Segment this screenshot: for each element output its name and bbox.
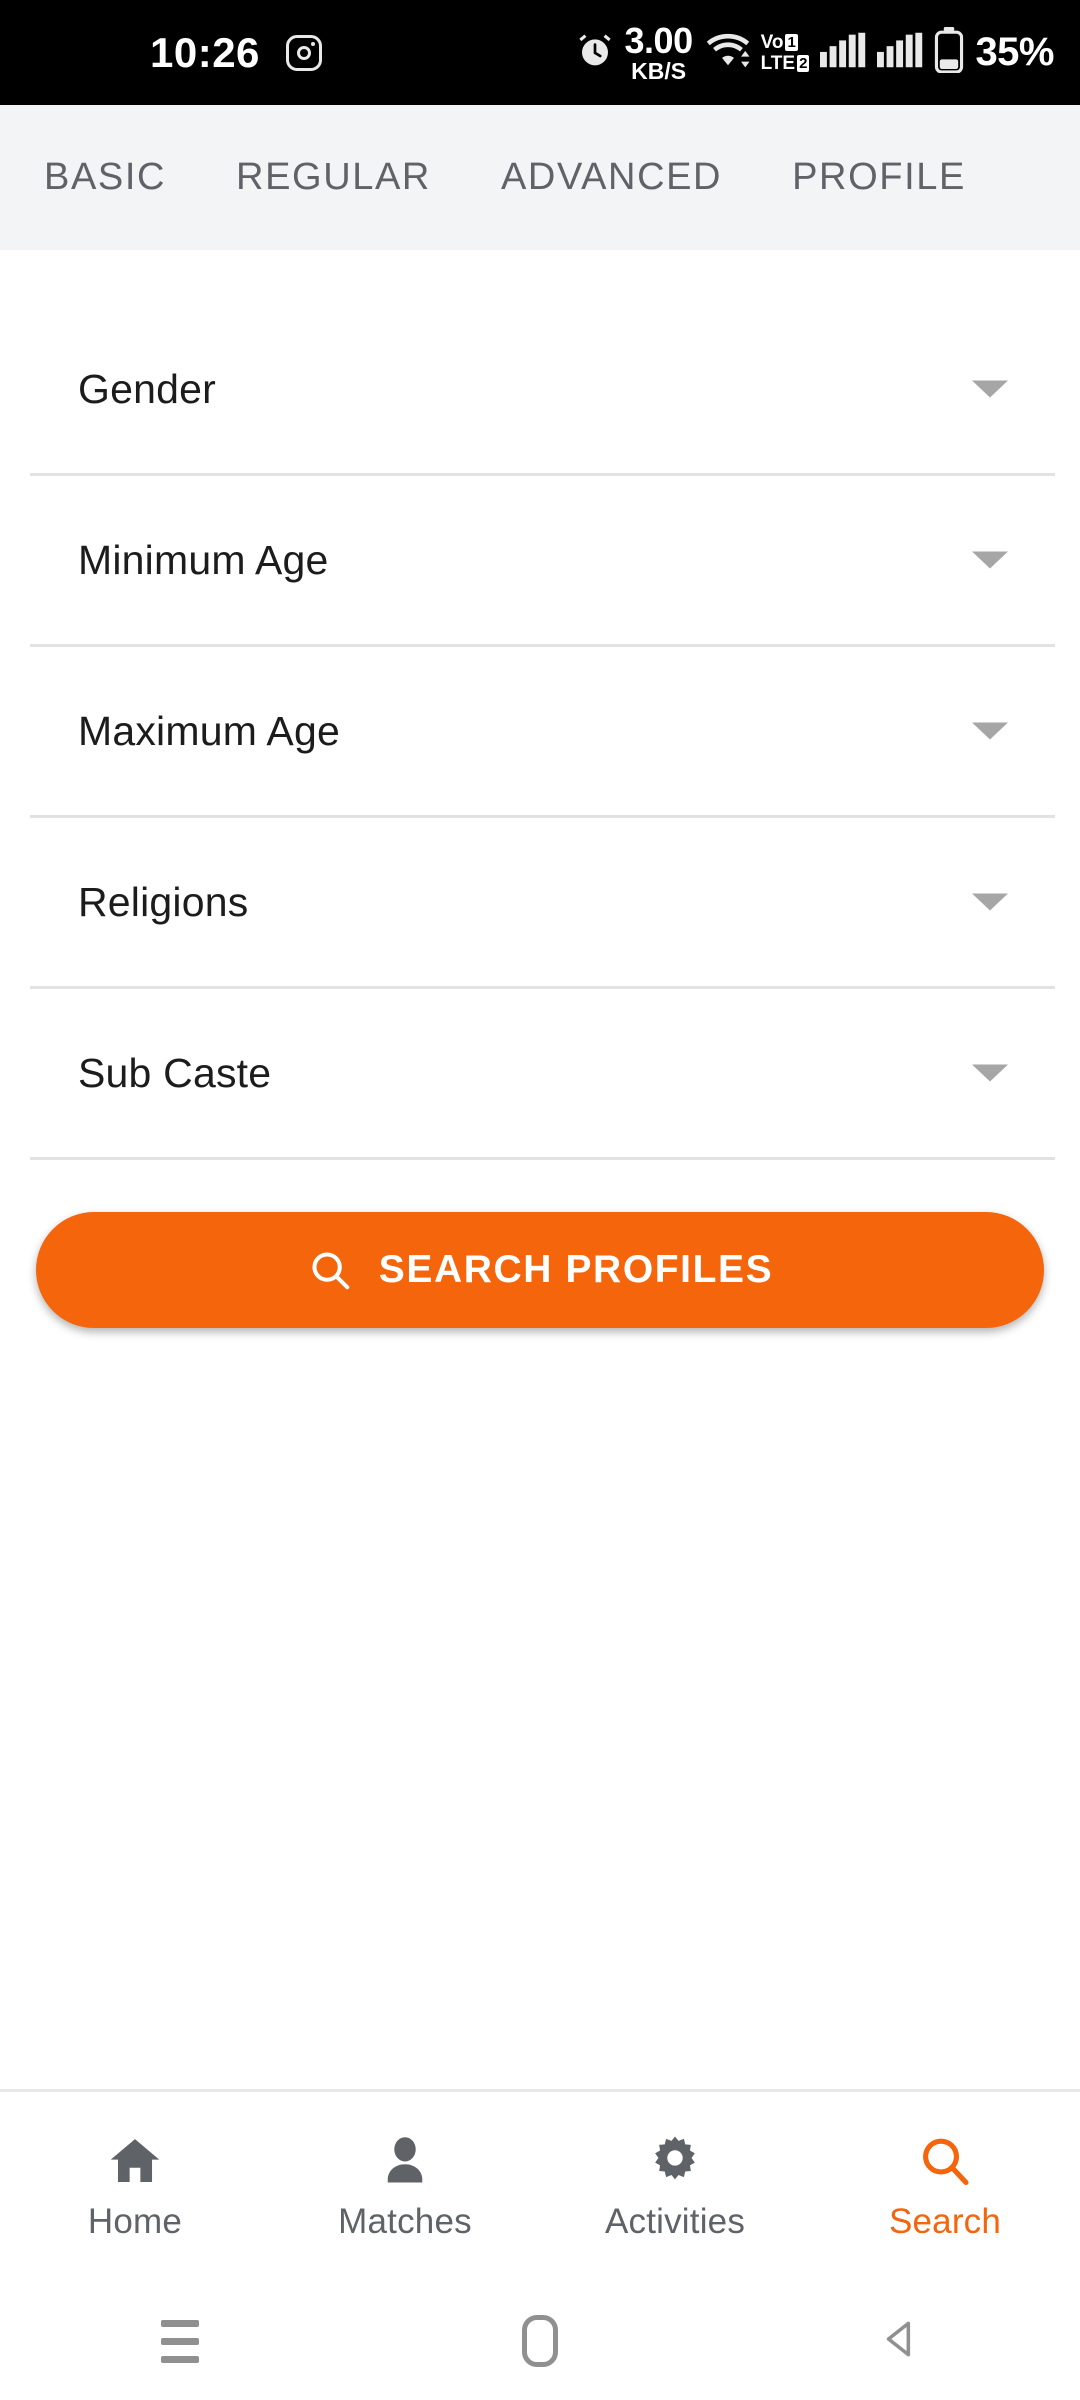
tab-basic[interactable]: BASIC — [0, 156, 236, 199]
field-sub-caste[interactable]: Sub Caste — [0, 989, 1080, 1157]
gear-icon — [647, 2132, 703, 2190]
status-bar: 10:26 3.00 KB/S Vo 1 LTE 2 35% — [0, 0, 1080, 105]
search-icon — [917, 2132, 973, 2190]
chevron-down-icon — [972, 893, 1008, 911]
status-bar-right: 3.00 KB/S Vo 1 LTE 2 35% — [576, 19, 1054, 84]
volte-sim2-badge: 2 — [797, 54, 810, 72]
nav-item-matches-label: Matches — [338, 2202, 472, 2241]
battery-icon — [934, 27, 964, 78]
network-speed: 3.00 KB/S — [624, 19, 694, 84]
system-home-button[interactable] — [360, 2315, 720, 2367]
chevron-down-icon — [972, 722, 1008, 740]
volte-label-bottom: LTE — [760, 52, 796, 74]
person-icon — [377, 2132, 433, 2190]
nav-item-activities-label: Activities — [604, 2202, 746, 2241]
status-bar-left: 10:26 — [0, 28, 322, 76]
network-speed-unit: KB/S — [631, 57, 687, 84]
volte-sim1-row: Vo 1 — [761, 33, 810, 52]
wifi-icon — [706, 30, 750, 75]
field-gender-label: Gender — [78, 365, 216, 412]
main-content: Gender Minimum Age Maximum Age Religions… — [0, 250, 1080, 2089]
cellular-signal-icon — [820, 32, 866, 73]
bottom-navigation: Home Matches Activities Search — [0, 2089, 1080, 2282]
field-religions[interactable]: Religions — [0, 818, 1080, 986]
tab-bar[interactable]: BASIC REGULAR ADVANCED PROFILE — [0, 105, 1080, 250]
tab-regular[interactable]: REGULAR — [236, 156, 501, 199]
nav-item-home-label: Home — [87, 2202, 183, 2241]
app-screen: 10:26 3.00 KB/S Vo 1 LTE 2 35% BASIC REG… — [0, 0, 1080, 2400]
chevron-down-icon — [972, 551, 1008, 569]
back-icon — [875, 2314, 925, 2369]
system-recents-button[interactable] — [0, 2319, 360, 2363]
field-sub-caste-label: Sub Caste — [78, 1049, 272, 1096]
home-pill-icon — [522, 2315, 558, 2367]
alarm-clock-icon — [576, 31, 614, 74]
nav-item-home[interactable]: Home — [0, 2132, 270, 2242]
nav-item-matches[interactable]: Matches — [270, 2132, 540, 2242]
search-icon — [307, 1247, 353, 1293]
tab-profile[interactable]: PROFILE — [792, 156, 1010, 199]
nav-item-activities[interactable]: Activities — [540, 2132, 810, 2242]
cellular-signal-icon-2 — [877, 32, 923, 73]
volte-indicator: Vo 1 LTE 2 — [761, 33, 810, 73]
field-minimum-age-label: Minimum Age — [78, 536, 329, 583]
home-icon — [107, 2132, 163, 2190]
field-maximum-age-label: Maximum Age — [78, 707, 340, 754]
chevron-down-icon — [972, 380, 1008, 398]
volte-label-top: Vo — [760, 31, 784, 53]
nav-item-search[interactable]: Search — [810, 2132, 1080, 2242]
search-profiles-button-label: SEARCH PROFILES — [378, 1248, 774, 1291]
field-maximum-age[interactable]: Maximum Age — [0, 647, 1080, 815]
search-filters-form: Gender Minimum Age Maximum Age Religions… — [0, 250, 1080, 1328]
field-religions-label: Religions — [78, 878, 249, 925]
field-minimum-age[interactable]: Minimum Age — [0, 476, 1080, 644]
status-time: 10:26 — [150, 28, 260, 76]
instagram-icon — [285, 34, 322, 71]
system-back-button[interactable] — [720, 2314, 1080, 2369]
field-gender[interactable]: Gender — [0, 305, 1080, 473]
chevron-down-icon — [972, 1064, 1008, 1082]
network-speed-value: 3.00 — [624, 19, 694, 61]
volte-sim1-badge: 1 — [785, 33, 798, 51]
volte-sim2-row: LTE 2 — [761, 54, 810, 73]
search-profiles-button[interactable]: SEARCH PROFILES — [36, 1212, 1044, 1328]
system-navigation-bar — [0, 2282, 1080, 2400]
tab-advanced[interactable]: ADVANCED — [501, 156, 792, 199]
search-button-container: SEARCH PROFILES — [0, 1160, 1080, 1328]
battery-level: 35% — [975, 30, 1054, 74]
nav-item-search-label: Search — [888, 2202, 1002, 2241]
recents-icon — [161, 2319, 199, 2363]
